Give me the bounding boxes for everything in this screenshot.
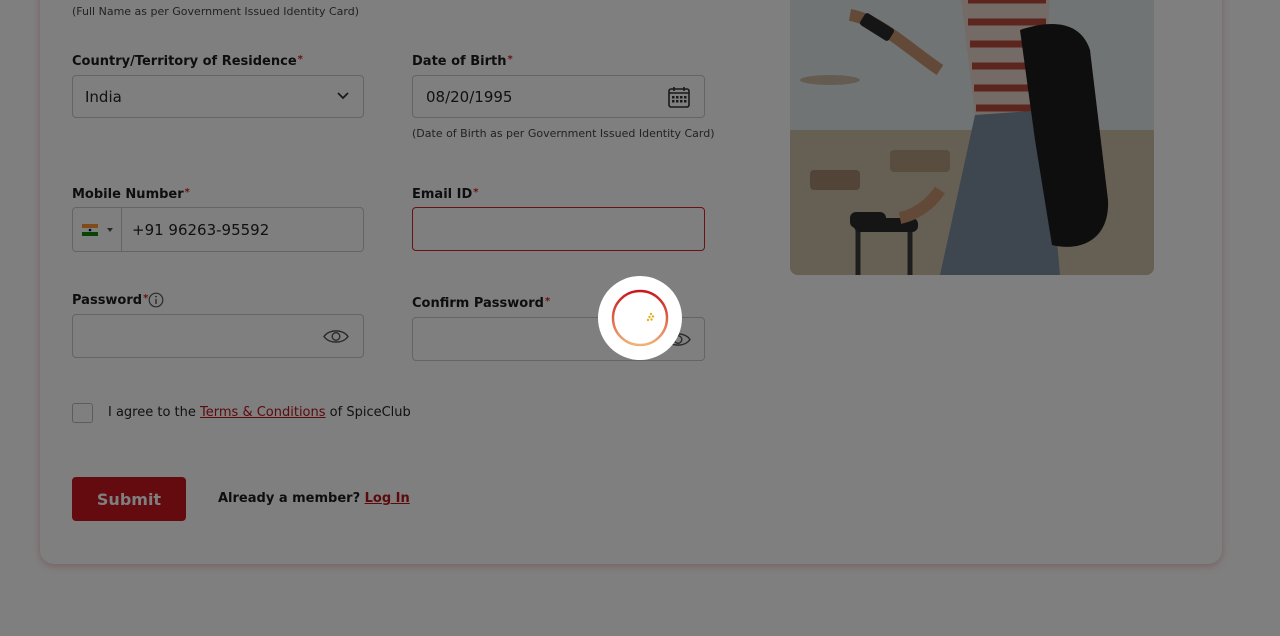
loading-spinner-icon [611, 289, 669, 347]
loading-spinner [598, 276, 682, 360]
